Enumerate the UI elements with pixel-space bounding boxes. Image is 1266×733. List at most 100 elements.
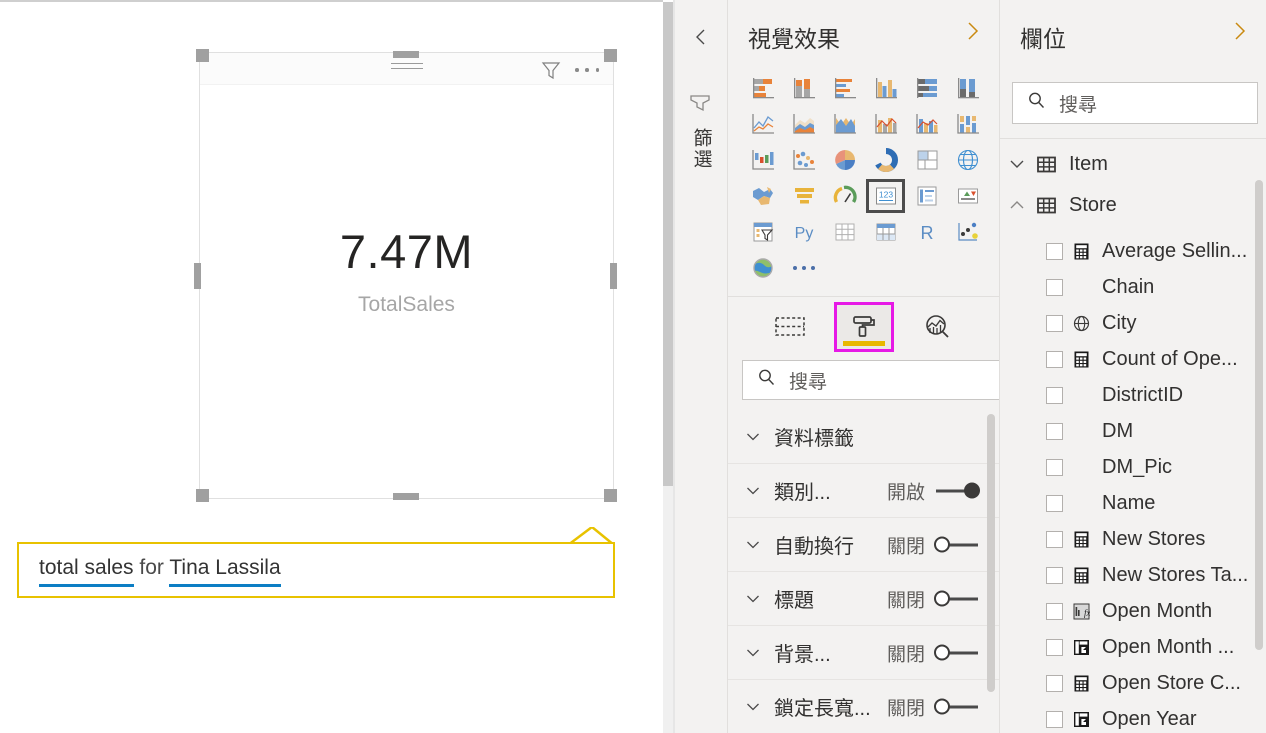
qna-question-box[interactable]: total sales for Tina Lassila [17, 542, 615, 598]
fields-table-store[interactable]: Store [1000, 185, 1266, 225]
resize-handle-top-right[interactable] [604, 49, 617, 62]
fields-table-item[interactable]: Item [1000, 144, 1266, 184]
more-options-icon[interactable] [575, 60, 599, 80]
toggle-switch-off[interactable] [934, 697, 980, 717]
viz-icon-map[interactable] [947, 142, 988, 178]
chevron-right-icon[interactable] [1230, 20, 1250, 42]
field-checkbox[interactable] [1046, 494, 1063, 512]
viz-icon-clustered-column-chart[interactable] [865, 70, 906, 106]
format-row-category-label[interactable]: 類別... 開啟 [728, 464, 1000, 518]
viz-icon-slicer[interactable] [742, 214, 783, 250]
resize-handle-bottom-center[interactable] [393, 493, 419, 500]
field-checkbox[interactable] [1046, 314, 1063, 332]
viz-icon-filled-map[interactable] [742, 178, 783, 214]
fields-search-input[interactable]: 搜尋 [1012, 82, 1258, 124]
viz-icon-100-stacked-bar-chart[interactable] [906, 70, 947, 106]
field-row-city[interactable]: City [1000, 305, 1266, 341]
viz-icon-r-visual[interactable]: R [906, 214, 947, 250]
resize-handle-left-middle[interactable] [194, 263, 201, 289]
report-canvas[interactable]: 7.47M TotalSales total sales for Tina La… [0, 0, 663, 733]
toggle-switch-off[interactable] [934, 643, 980, 663]
resize-handle-bottom-right[interactable] [604, 489, 617, 502]
format-scrollbar-thumb[interactable] [987, 414, 995, 692]
viz-icon-scatter-chart[interactable] [783, 142, 824, 178]
field-checkbox[interactable] [1046, 386, 1063, 404]
field-row-average-selling[interactable]: Average Sellin... [1000, 233, 1266, 269]
viz-icon-python-visual[interactable]: Py [783, 214, 824, 250]
toggle-switch-off[interactable] [934, 589, 980, 609]
viz-icon-area-chart[interactable] [783, 106, 824, 142]
field-checkbox[interactable] [1046, 710, 1063, 728]
viz-icon-line-clustered-column-chart[interactable] [906, 106, 947, 142]
chevron-down-icon[interactable] [1007, 154, 1027, 174]
field-checkbox[interactable] [1046, 350, 1063, 368]
toggle-switch-on[interactable] [934, 481, 980, 501]
viz-icon-treemap[interactable] [906, 142, 947, 178]
viz-icon-ribbon-chart[interactable] [947, 106, 988, 142]
viz-icon-matrix[interactable] [865, 214, 906, 250]
format-row-data-labels[interactable]: 資料標籤 [728, 410, 1000, 464]
chevron-up-icon[interactable] [1007, 195, 1027, 215]
field-checkbox[interactable] [1046, 278, 1063, 296]
viz-icon-card[interactable]: 123 [865, 178, 906, 214]
field-checkbox[interactable] [1046, 422, 1063, 440]
format-pane-scrollbar[interactable] [987, 414, 995, 704]
filters-pane-collapsed[interactable]: 篩選 [675, 0, 727, 733]
canvas-vertical-scrollbar[interactable] [663, 2, 673, 733]
viz-icon-stacked-bar-chart[interactable] [742, 70, 783, 106]
format-search-input[interactable]: 搜尋 [742, 360, 1000, 400]
fields-tab[interactable] [763, 305, 817, 349]
viz-icon-line-stacked-column-chart[interactable] [865, 106, 906, 142]
analytics-tab[interactable] [911, 305, 965, 349]
viz-icon-waterfall-chart[interactable] [742, 142, 783, 178]
resize-handle-top-left[interactable] [196, 49, 209, 62]
format-row-word-wrap[interactable]: 自動換行 關閉 [728, 518, 1000, 572]
field-row-open-year[interactable]: Open Year [1000, 701, 1266, 733]
fields-pane-scrollbar[interactable] [1255, 180, 1263, 650]
field-checkbox[interactable] [1046, 566, 1063, 584]
card-visual[interactable]: 7.47M TotalSales [199, 52, 614, 499]
format-row-background[interactable]: 背景... 關閉 [728, 626, 1000, 680]
resize-handle-bottom-left[interactable] [196, 489, 209, 502]
field-row-name[interactable]: Name [1000, 485, 1266, 521]
viz-icon-gauge-chart[interactable] [824, 178, 865, 214]
field-row-dm-pic[interactable]: DM_Pic [1000, 449, 1266, 485]
viz-icon-donut-chart[interactable] [865, 142, 906, 178]
toggle-group[interactable]: 開啟 [887, 477, 980, 504]
toggle-group[interactable]: 關閉 [887, 531, 980, 558]
field-checkbox[interactable] [1046, 602, 1063, 620]
format-row-title[interactable]: 標題 關閉 [728, 572, 1000, 626]
format-tab[interactable] [834, 301, 894, 352]
viz-icon-kpi[interactable] [947, 178, 988, 214]
toggle-group[interactable]: 關閉 [887, 693, 980, 720]
field-row-new-stores-target[interactable]: New Stores Ta... [1000, 557, 1266, 593]
viz-icon-stacked-column-chart[interactable] [783, 70, 824, 106]
chevron-left-icon[interactable] [692, 28, 710, 46]
visual-type-grid[interactable]: 123 Py R [742, 70, 986, 286]
field-row-chain[interactable]: Chain [1000, 269, 1266, 305]
viz-icon-arcgis-map[interactable] [742, 250, 783, 286]
format-row-lock-aspect[interactable]: 鎖定長寬... 關閉 [728, 680, 1000, 733]
field-row-open-store-count[interactable]: Open Store C... [1000, 665, 1266, 701]
toggle-group[interactable]: 關閉 [887, 585, 980, 612]
resize-handle-top-center[interactable] [393, 51, 419, 58]
viz-icon-clustered-bar-chart[interactable] [824, 70, 865, 106]
resize-handle-right-middle[interactable] [610, 263, 617, 289]
drag-handle-icon[interactable] [390, 63, 423, 71]
fields-scrollbar-thumb[interactable] [1255, 180, 1263, 650]
viz-icon-100-stacked-column-chart[interactable] [947, 70, 988, 106]
viz-icon-table[interactable] [824, 214, 865, 250]
viz-icon-multi-row-card[interactable] [906, 178, 947, 214]
field-checkbox[interactable] [1046, 530, 1063, 548]
viz-icon-pie-chart[interactable] [824, 142, 865, 178]
field-checkbox[interactable] [1046, 638, 1063, 656]
field-row-open-month-num[interactable]: Open Month ... [1000, 629, 1266, 665]
field-row-new-stores[interactable]: New Stores [1000, 521, 1266, 557]
field-row-open-month[interactable]: fx Open Month [1000, 593, 1266, 629]
field-checkbox[interactable] [1046, 674, 1063, 692]
toggle-switch-off[interactable] [934, 535, 980, 555]
field-checkbox[interactable] [1046, 242, 1063, 260]
toggle-group[interactable]: 關閉 [887, 639, 980, 666]
field-checkbox[interactable] [1046, 458, 1063, 476]
chevron-right-icon[interactable] [963, 20, 983, 42]
